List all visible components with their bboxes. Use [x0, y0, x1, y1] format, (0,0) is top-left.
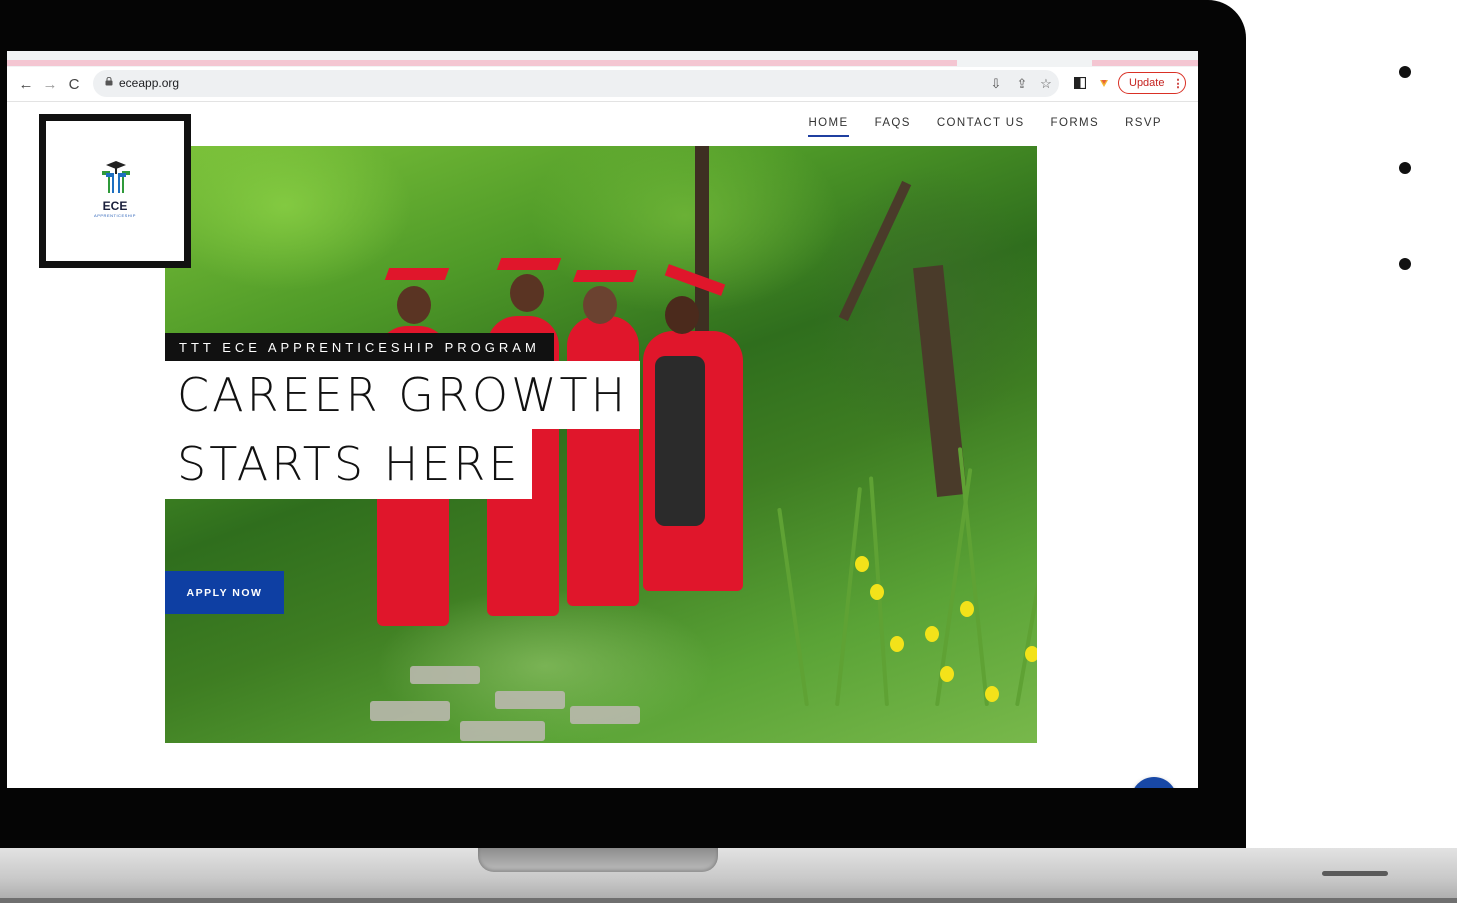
graduation-cap [572, 270, 638, 282]
reload-icon[interactable]: C [63, 73, 85, 95]
browser-toolbar: ← → C eceapp.org ⇩ ⇪ ☆ Update ⋮ [7, 67, 1198, 102]
web-page: HOME FAQS CONTACT US FORMS RSVP ECE APPR… [7, 102, 1198, 788]
bullet-dot [1399, 66, 1411, 78]
side-panel-icon[interactable] [1071, 74, 1089, 92]
path-stone [495, 691, 565, 709]
browser-window: ← → C eceapp.org ⇩ ⇪ ☆ Update ⋮ HOME FAQ… [7, 51, 1198, 788]
bullet-dot [1399, 258, 1411, 270]
site-nav: HOME FAQS CONTACT US FORMS RSVP [808, 117, 1162, 137]
yellow-iris-flower [960, 601, 974, 617]
bullet-dot [1399, 162, 1411, 174]
graduation-cap-logo-icon [102, 161, 130, 193]
yellow-iris-flower [870, 584, 884, 600]
site-logo[interactable]: ECE APPRENTICESHIP [39, 114, 191, 268]
forward-icon[interactable]: → [39, 73, 61, 95]
back-icon[interactable]: ← [15, 73, 37, 95]
hero-headline-line-1: CAREER GROWTH [165, 361, 641, 429]
chat-button[interactable] [1131, 777, 1177, 788]
lock-icon [105, 77, 113, 86]
extension-icon[interactable] [1095, 74, 1113, 92]
laptop-base [0, 848, 1457, 903]
nav-home[interactable]: HOME [808, 117, 849, 137]
laptop-frame: ← → C eceapp.org ⇩ ⇪ ☆ Update ⋮ HOME FAQ… [0, 0, 1246, 848]
graduate-head [665, 296, 699, 334]
tab-strip [7, 51, 1198, 67]
path-stone [410, 666, 480, 684]
graduation-cap [496, 258, 562, 270]
share-icon[interactable]: ⇪ [1013, 75, 1031, 93]
yellow-iris-flower [940, 666, 954, 682]
address-url[interactable]: eceapp.org [119, 76, 179, 90]
yellow-iris-flower [890, 636, 904, 652]
update-label: Update [1129, 77, 1165, 89]
nav-rsvp[interactable]: RSVP [1125, 117, 1162, 135]
graduation-cap [384, 268, 450, 280]
laptop-notch [478, 848, 718, 872]
nav-forms[interactable]: FORMS [1051, 117, 1100, 135]
graduate-head [397, 286, 431, 324]
tab-strip-accent-right [1092, 60, 1198, 66]
nav-faqs[interactable]: FAQS [875, 117, 911, 135]
address-bar[interactable]: eceapp.org ⇩ ⇪ ☆ [93, 70, 1059, 97]
logo-text: ECE [102, 199, 128, 213]
lace-dress [655, 356, 705, 526]
graduate-head [583, 286, 617, 324]
apply-now-button[interactable]: APPLY NOW [165, 571, 284, 614]
graduate-figure [567, 316, 639, 606]
bookmark-star-icon[interactable]: ☆ [1037, 75, 1055, 93]
tab-strip-accent [7, 60, 957, 66]
path-stone [460, 721, 545, 741]
graduate-head [510, 274, 544, 312]
update-button[interactable]: Update ⋮ [1118, 72, 1186, 94]
path-stone [570, 706, 640, 724]
yellow-iris-flower [925, 626, 939, 642]
nav-contact-us[interactable]: CONTACT US [937, 117, 1025, 135]
more-menu-icon[interactable]: ⋮ [1172, 77, 1183, 90]
hero-headline-line-2: STARTS HERE [165, 429, 533, 499]
path-stone [370, 701, 450, 721]
hero-eyebrow: TTT ECE APPRENTICESHIP PROGRAM [165, 333, 554, 361]
yellow-iris-flower [985, 686, 999, 702]
logo-subtext: APPRENTICESHIP [94, 213, 136, 218]
yellow-iris-flower [1025, 646, 1037, 662]
yellow-iris-flower [855, 556, 869, 572]
install-icon[interactable]: ⇩ [987, 75, 1005, 93]
laptop-base-slot [1322, 871, 1388, 876]
